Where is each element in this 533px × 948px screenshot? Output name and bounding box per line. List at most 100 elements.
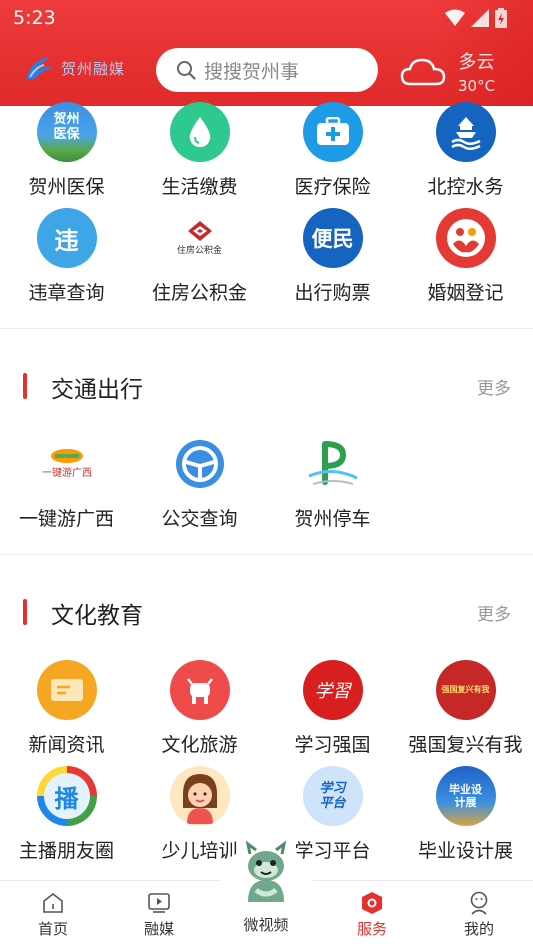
anchor-circle-icon: 播 (36, 766, 97, 826)
section-accent-bar (23, 373, 27, 399)
grid-item-life-payment[interactable]: 生活缴费 (133, 102, 266, 199)
ox-icon (169, 660, 230, 720)
qiangguo-glyph: 强国复兴有我 (441, 685, 490, 694)
grid-label: 北控水务 (427, 176, 504, 198)
home-icon (41, 891, 65, 915)
grid-label: 文化旅游 (161, 734, 238, 756)
search-placeholder: 搜搜贺州事 (204, 60, 300, 83)
search-input[interactable]: 搜搜贺州事 (156, 48, 378, 92)
grid-label: 新闻资讯 (28, 734, 105, 756)
xuexi-qiangguo-icon: 学習 (302, 660, 363, 720)
tab-label: 服务 (356, 920, 387, 938)
grid-item-housing-fund[interactable]: 住房公积金 住房公积金 (133, 208, 266, 305)
grid-item-medical-insurance[interactable]: 医疗保险 (266, 102, 399, 199)
guangxi-travel-logo: 一键游广西 (36, 434, 97, 494)
grid-item-xuexi[interactable]: 学習 学习强国 (266, 660, 399, 757)
violation-glyph: 违 (54, 226, 79, 255)
grid-label: 婚姻登记 (427, 282, 504, 304)
search-icon (177, 61, 196, 80)
tab-label: 我的 (463, 920, 494, 938)
graduation-design-icon: 毕业设计展 (435, 766, 496, 826)
svg-text:一键游广西: 一键游广西 (42, 466, 92, 479)
grid-label: 违章查询 (28, 282, 105, 304)
section-divider (0, 328, 533, 329)
study-platform-icon: 学习平台 (302, 766, 363, 826)
waterworks-tower-icon (435, 102, 496, 162)
housing-fund-logo: 住房公积金 (169, 208, 230, 268)
grid-item-ticket[interactable]: 便民 出行购票 (266, 208, 399, 305)
app-logo[interactable]: 贺州融媒 (24, 55, 125, 81)
weather-temp: 30°C (458, 77, 496, 95)
tab-media[interactable]: 融媒 (119, 891, 199, 939)
marriage-registration-icon (435, 208, 496, 268)
bus-steering-icon (169, 434, 230, 494)
grid-item-anchor-circle[interactable]: 播 主播朋友圈 (0, 766, 133, 863)
media-icon (147, 891, 171, 915)
status-icons (445, 8, 507, 28)
service-grid-row: 贺州 医保 贺州医保 生活缴费 医疗保险 北控水务 (0, 102, 533, 202)
grid-item-guangxi-travel[interactable]: 一键游广西 一键游广西 (0, 434, 133, 531)
grid-label: 贺州停车 (294, 508, 371, 530)
parking-icon (302, 434, 363, 494)
mascot-icon (245, 840, 287, 902)
grid-label: 主播朋友圈 (18, 840, 114, 862)
grid-label: 强国复兴有我 (408, 734, 523, 756)
profile-icon (467, 891, 491, 915)
tab-home[interactable]: 首页 (13, 891, 93, 939)
grid-item-bus-query[interactable]: 公交查询 (133, 434, 266, 531)
wifi-icon (445, 9, 465, 26)
status-time: 5:23 (13, 7, 56, 29)
battery-icon (495, 8, 507, 28)
transport-grid-row: 一键游广西 一键游广西 公交查询 贺州停车 (0, 434, 533, 534)
xuexi-glyph: 学習 (314, 681, 351, 702)
section-title: 文化教育 (51, 603, 143, 629)
weather-widget[interactable]: 多云 30°C (400, 48, 510, 96)
grid-label: 出行购票 (294, 282, 371, 304)
weather-text: 多云 30°C (458, 48, 495, 95)
tab-profile[interactable]: 我的 (439, 891, 519, 939)
ticket-glyph: 便民 (311, 227, 354, 251)
anchor-glyph: 播 (54, 784, 79, 813)
logo-text: 贺州融媒 (61, 59, 126, 78)
service-grid-row: 违 违章查询 住房公积金 住房公积金 便民 出行购票 婚姻登记 (0, 208, 533, 308)
grid-item-parking[interactable]: 贺州停车 (266, 434, 399, 531)
traffic-violation-icon: 违 (36, 208, 97, 268)
section-accent-bar (23, 599, 27, 625)
more-link[interactable]: 更多 (477, 374, 511, 399)
badge-text: 贺州 医保 (53, 112, 80, 142)
medical-kit-icon (302, 102, 363, 162)
tab-label: 首页 (37, 920, 68, 938)
grid-item-hezhou-medical[interactable]: 贺州 医保 贺州医保 (0, 102, 133, 199)
grid-label: 医疗保险 (294, 176, 371, 198)
grid-label: 贺州医保 (28, 176, 105, 198)
grid-item-violation-query[interactable]: 违 违章查询 (0, 208, 133, 305)
grid-item-culture-travel[interactable]: 文化旅游 (133, 660, 266, 757)
grid-label: 毕业设计展 (417, 840, 513, 862)
grid-item-graduation[interactable]: 毕业设计展 毕业设计展 (399, 766, 532, 863)
signal-icon (471, 9, 489, 27)
tab-micro-video[interactable]: 微视频 (226, 840, 306, 940)
status-bar: 5:23 (0, 0, 533, 36)
grid-item-beikong-water[interactable]: 北控水务 (399, 102, 532, 199)
news-card-icon (36, 660, 97, 720)
hezhou-logo-icon (26, 57, 54, 79)
study-platform-glyph: 学习平台 (319, 781, 346, 811)
anchor-inner: 播 (43, 773, 90, 819)
grid-item-news[interactable]: 新闻资讯 (0, 660, 133, 757)
more-link[interactable]: 更多 (477, 600, 511, 625)
app-header: 5:23 贺州融媒 搜搜贺州事 多云 30°C (0, 0, 533, 106)
grid-label: 生活缴费 (161, 176, 238, 198)
housing-fund-caption: 住房公积金 (176, 246, 222, 256)
graduation-glyph: 毕业设计展 (449, 783, 482, 809)
section-title: 交通出行 (51, 377, 143, 403)
grid-label: 学习强国 (294, 734, 371, 756)
grid-label: 一键游广西 (18, 508, 114, 530)
tab-label: 融媒 (143, 920, 174, 938)
section-header-culture: 文化教育 更多 (0, 592, 533, 632)
ticket-icon: 便民 (302, 208, 363, 268)
grid-item-qiangguo[interactable]: 强国复兴有我 强国复兴有我 (399, 660, 532, 757)
grid-item-marriage[interactable]: 婚姻登记 (399, 208, 532, 305)
service-icon (360, 891, 384, 915)
tab-service[interactable]: 服务 (332, 891, 412, 939)
qiangguo-fuxing-icon: 强国复兴有我 (435, 660, 496, 720)
